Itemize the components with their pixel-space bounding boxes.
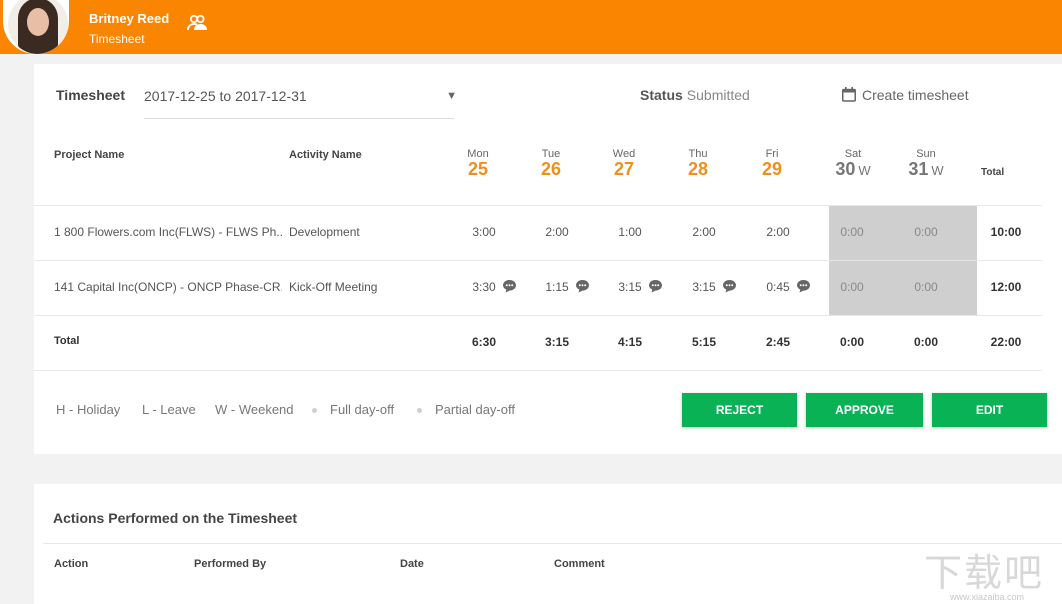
total-sun: 0:00 [913, 335, 939, 349]
top-bar: Britney Reed Timesheet [0, 0, 1062, 54]
row-1-total: 10:00 [990, 225, 1022, 239]
row-1-wed[interactable]: 1:00 [600, 225, 660, 239]
calendar-icon [842, 87, 856, 102]
row-2-sat: 0:00 [840, 280, 864, 294]
divider [34, 260, 1042, 261]
period-select[interactable]: 2017-12-25 to 2017-12-31 ▼ [144, 78, 457, 119]
col-project-name: Project Name [54, 149, 125, 161]
total-wed: 4:15 [617, 335, 643, 349]
day-header-sat: Sat 30 W [835, 148, 871, 179]
period-value: 2017-12-25 to 2017-12-31 [144, 88, 307, 104]
total-sat: 0:00 [839, 335, 865, 349]
legend-weekend: W - Weekend [215, 402, 294, 417]
total-tue: 3:15 [544, 335, 570, 349]
row-1-sun: 0:00 [914, 225, 938, 239]
comment-icon[interactable] [796, 279, 811, 293]
row-2-activity: Kick-Off Meeting [289, 280, 378, 294]
row-1-fri[interactable]: 2:00 [748, 225, 808, 239]
avatar-photo [8, 0, 68, 54]
divider [43, 543, 1062, 544]
approve-button[interactable]: APPROVE [806, 393, 923, 427]
page-subtitle: Timesheet [89, 32, 145, 46]
comment-icon[interactable] [575, 279, 590, 293]
actions-title: Actions Performed on the Timesheet [53, 510, 298, 526]
col-date: Date [400, 558, 424, 570]
status: Status Submitted [640, 87, 750, 103]
day-header-sun: Sun 31 W [908, 148, 944, 179]
col-action: Action [54, 558, 89, 570]
divider [34, 315, 1042, 316]
user-name: Britney Reed [89, 11, 170, 26]
totals-label: Total [54, 335, 80, 347]
comment-icon[interactable] [722, 279, 737, 293]
col-comment: Comment [554, 558, 605, 570]
total-thu: 5:15 [691, 335, 717, 349]
day-header-tue: Tue 26 [540, 148, 562, 179]
day-header-wed: Wed 27 [612, 148, 636, 179]
total-fri: 2:45 [765, 335, 791, 349]
timesheet-label: Timesheet [56, 87, 125, 103]
legend-holiday: H - Holiday [56, 402, 121, 417]
status-label: Status [640, 87, 683, 103]
comment-icon[interactable] [648, 279, 663, 293]
row-2-project[interactable]: 141 Capital Inc(ONCP) - ONCP Phase-CR... [54, 280, 282, 294]
legend-leave: L - Leave [142, 402, 196, 417]
legend-full-day-off: Full day-off [330, 402, 395, 417]
day-header-thu: Thu 28 [687, 148, 709, 179]
caret-down-icon: ▼ [446, 90, 457, 102]
row-1-sat: 0:00 [840, 225, 864, 239]
actions-card: Actions Performed on the Timesheet Actio… [34, 484, 1062, 604]
col-activity-name: Activity Name [289, 149, 362, 161]
reject-button[interactable]: REJECT [682, 393, 797, 427]
timesheet-card: Timesheet 2017-12-25 to 2017-12-31 ▼ Sta… [34, 64, 1062, 454]
weekend-flag: W [858, 163, 871, 178]
row-2-total: 12:00 [990, 280, 1022, 294]
divider [34, 370, 1042, 371]
row-2-sun: 0:00 [914, 280, 938, 294]
comment-icon[interactable] [502, 279, 517, 293]
total-mon: 6:30 [471, 335, 497, 349]
legend-partial-day-off: Partial day-off [435, 402, 515, 417]
row-1-thu[interactable]: 2:00 [674, 225, 734, 239]
full-day-off-dot [312, 408, 317, 413]
status-value: Submitted [686, 87, 750, 103]
switch-user-icon[interactable] [186, 12, 208, 34]
grand-total: 22:00 [990, 335, 1022, 349]
col-performed-by: Performed By [194, 558, 267, 570]
row-1-tue[interactable]: 2:00 [527, 225, 587, 239]
edit-button[interactable]: EDIT [932, 393, 1047, 427]
row-1-project[interactable]: 1 800 Flowers.com Inc(FLWS) - FLWS Ph... [54, 225, 282, 239]
watermark: 下载吧 [924, 551, 1045, 595]
day-header-fri: Fri 29 [761, 148, 783, 179]
day-header-mon: Mon 25 [467, 148, 489, 179]
row-1-activity: Development [289, 225, 360, 239]
weekend-flag: W [931, 163, 944, 178]
row-1-mon[interactable]: 3:00 [454, 225, 514, 239]
partial-day-off-dot [417, 408, 422, 413]
create-timesheet-label: Create timesheet [862, 87, 969, 103]
col-total: Total [981, 167, 1005, 178]
avatar[interactable] [3, 0, 69, 54]
watermark-url: www.xiazaiba.com [950, 592, 1025, 602]
